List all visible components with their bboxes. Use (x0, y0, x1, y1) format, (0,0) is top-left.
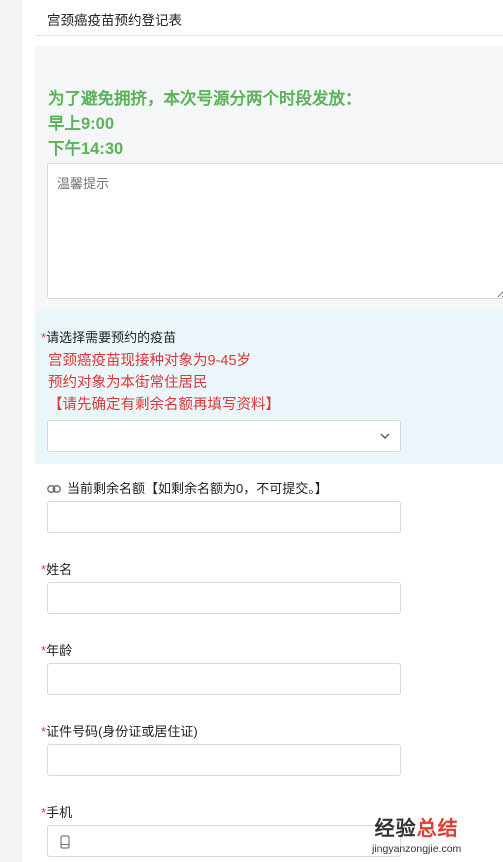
tip-textarea[interactable] (47, 163, 503, 299)
left-gutter (0, 0, 22, 862)
watermark-main: 经验总结 (374, 818, 459, 840)
name-label: *姓名 (41, 562, 73, 577)
notice-line-2: 早上9:00 (48, 115, 115, 133)
phone-input[interactable] (47, 825, 401, 857)
notice-text: 为了避免拥挤，本次号源分两个时段发放： 早上9:00 下午14:30 (48, 87, 362, 162)
age-label: *年龄 (41, 643, 73, 658)
mobile-phone-icon (60, 835, 70, 849)
remaining-input[interactable] (47, 501, 401, 533)
vaccine-warnings: 宫颈癌疫苗现接种对象为9-45岁 预约对象为本街常住居民 【请先确定有剩余名额再… (48, 350, 280, 416)
phone-label: *手机 (41, 805, 73, 820)
name-input[interactable] (47, 582, 401, 614)
link-icon (47, 485, 61, 493)
id-number-label: *证件号码(身份证或居住证) (41, 724, 198, 739)
chevron-down-icon (380, 433, 390, 439)
id-number-input[interactable] (47, 744, 401, 776)
vaccine-label: *请选择需要预约的疫苗 (41, 330, 177, 345)
watermark-sub: jingyanzongjie.com (372, 843, 462, 855)
warning-line-1: 宫颈癌疫苗现接种对象为9-45岁 (48, 353, 252, 369)
warning-line-2: 预约对象为本街常住居民 (48, 375, 208, 391)
title-divider (35, 35, 503, 36)
remaining-label: 当前剩余名额【如剩余名额为0，不可提交。】 (47, 478, 328, 497)
watermark: 经验总结 jingyanzongjie.com (372, 812, 461, 855)
notice-line-1: 为了避免拥挤，本次号源分两个时段发放： (48, 90, 362, 108)
notice-line-3: 下午14:30 (48, 140, 124, 158)
age-input[interactable] (47, 663, 401, 695)
vaccine-select[interactable] (47, 420, 401, 452)
warning-line-3: 【请先确定有剩余名额再填写资料】 (48, 397, 280, 413)
form-title: 宫颈癌疫苗预约登记表 (47, 13, 182, 28)
